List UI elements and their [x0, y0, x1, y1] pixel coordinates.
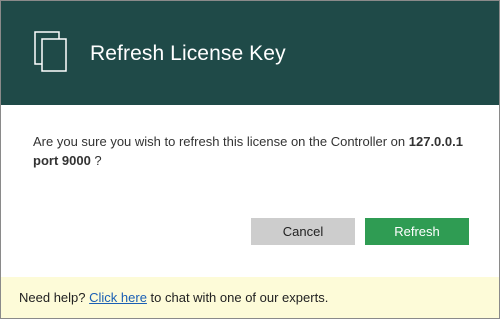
- message-suffix: ?: [90, 153, 102, 168]
- cancel-button[interactable]: Cancel: [251, 218, 355, 245]
- refresh-button[interactable]: Refresh: [365, 218, 469, 245]
- dialog-header: Refresh License Key: [1, 1, 499, 105]
- help-text: Need help? Click here to chat with one o…: [19, 289, 328, 306]
- chat-link[interactable]: Click here: [89, 290, 147, 305]
- controller-host: 127.0.0.1: [408, 134, 463, 149]
- controller-port: port 9000: [33, 153, 91, 168]
- help-footer: Need help? Click here to chat with one o…: [1, 277, 499, 318]
- confirmation-message: Are you sure you wish to refresh this li…: [33, 132, 478, 170]
- documents-icon: [34, 31, 67, 72]
- dialog-title: Refresh License Key: [90, 42, 286, 65]
- help-suffix: to chat with one of our experts.: [146, 290, 329, 305]
- refresh-license-dialog: Refresh License Key Are you sure you wis…: [0, 0, 500, 319]
- message-prefix: Are you sure you wish to refresh this li…: [33, 134, 409, 149]
- help-prefix: Need help?: [19, 290, 90, 305]
